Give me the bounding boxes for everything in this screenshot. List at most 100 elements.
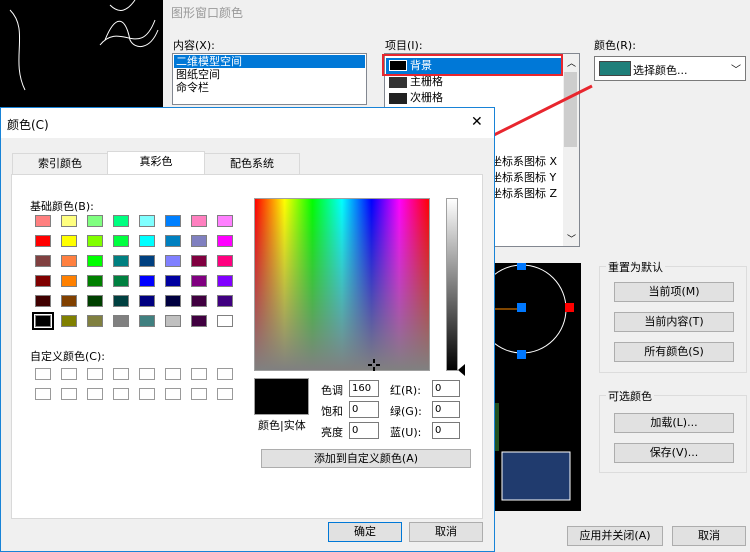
content-item[interactable]: 命令栏	[176, 81, 209, 94]
basic-color-swatch[interactable]	[113, 235, 129, 247]
luminance-slider[interactable]	[446, 198, 458, 371]
reset-all-colors-button[interactable]: 所有颜色(S)	[614, 342, 734, 362]
basic-color-swatch[interactable]	[35, 295, 51, 307]
basic-color-swatch[interactable]	[61, 295, 77, 307]
custom-color-swatch[interactable]	[165, 368, 181, 380]
basic-color-swatch[interactable]	[113, 315, 129, 327]
basic-color-swatch[interactable]	[61, 235, 77, 247]
basic-color-swatch[interactable]	[35, 215, 51, 227]
basic-color-swatch[interactable]	[87, 255, 103, 267]
basic-color-swatch[interactable]	[165, 315, 181, 327]
custom-color-swatch[interactable]	[217, 388, 233, 400]
luminance-pointer-icon[interactable]	[458, 364, 465, 376]
basic-color-swatch[interactable]	[191, 235, 207, 247]
green-input[interactable]: 0	[432, 401, 460, 418]
basic-color-swatch[interactable]	[217, 315, 233, 327]
basic-color-swatch[interactable]	[61, 215, 77, 227]
basic-color-swatch[interactable]	[139, 315, 155, 327]
close-icon[interactable]: ✕	[471, 114, 483, 130]
basic-color-swatch[interactable]	[139, 275, 155, 287]
color-spectrum[interactable]	[254, 198, 430, 371]
basic-color-swatch[interactable]	[35, 255, 51, 267]
basic-color-swatch[interactable]	[61, 275, 77, 287]
blue-input[interactable]: 0	[432, 422, 460, 439]
blue-label: 蓝(U):	[390, 426, 422, 439]
custom-color-swatch[interactable]	[61, 368, 77, 380]
basic-color-swatch[interactable]	[217, 255, 233, 267]
basic-color-swatch[interactable]	[165, 275, 181, 287]
basic-color-swatch[interactable]	[165, 295, 181, 307]
basic-color-swatch[interactable]	[217, 295, 233, 307]
basic-color-swatch[interactable]	[191, 315, 207, 327]
custom-color-swatch[interactable]	[87, 368, 103, 380]
basic-color-swatch[interactable]	[61, 255, 77, 267]
save-button[interactable]: 保存(V)...	[614, 443, 734, 463]
basic-color-swatch[interactable]	[217, 275, 233, 287]
custom-color-swatch[interactable]	[35, 388, 51, 400]
ok-button[interactable]: 确定	[328, 522, 402, 542]
basic-color-swatch[interactable]	[165, 215, 181, 227]
dialog-titlebar: 颜色(C) ✕	[1, 108, 494, 138]
basic-color-swatch[interactable]	[113, 275, 129, 287]
basic-color-swatch[interactable]	[61, 315, 77, 327]
custom-color-swatch[interactable]	[139, 388, 155, 400]
custom-color-swatch[interactable]	[165, 388, 181, 400]
color-select-dropdown[interactable]: 选择颜色... ﹀	[594, 56, 746, 81]
basic-color-swatch[interactable]	[113, 295, 129, 307]
scroll-down-icon[interactable]: ﹀	[567, 232, 576, 245]
apply-close-button[interactable]: 应用并关闭(A)	[567, 526, 663, 546]
tab-true-color[interactable]: 真彩色	[107, 151, 205, 175]
scroll-up-icon[interactable]: ︿	[567, 56, 576, 69]
tab-color-books[interactable]: 配色系统	[204, 153, 300, 175]
true-color-panel: 基础颜色(B): 自定义颜色(C): 颜色|实体 色调 160 饱和 0 亮度 …	[11, 174, 483, 519]
basic-color-swatch[interactable]	[87, 315, 103, 327]
highlight-box	[382, 54, 563, 76]
basic-color-swatch[interactable]	[87, 235, 103, 247]
basic-color-swatch[interactable]	[87, 295, 103, 307]
hue-input[interactable]: 160	[349, 380, 379, 397]
custom-color-swatch[interactable]	[61, 388, 77, 400]
add-to-custom-button[interactable]: 添加到自定义颜色(A)	[261, 449, 471, 468]
basic-color-swatch[interactable]	[35, 235, 51, 247]
content-listbox[interactable]: 二维模型空间 图纸空间 命令栏	[172, 53, 367, 105]
basic-color-swatch[interactable]	[139, 295, 155, 307]
basic-color-swatch[interactable]	[35, 275, 51, 287]
custom-color-swatch[interactable]	[191, 388, 207, 400]
basic-color-swatch[interactable]	[191, 255, 207, 267]
lum-input[interactable]: 0	[349, 422, 379, 439]
custom-color-swatch[interactable]	[35, 368, 51, 380]
color-dialog: 颜色(C) ✕ 索引颜色 真彩色 配色系统 基础颜色(B): 自定义颜色(C):…	[0, 107, 495, 552]
basic-color-swatch[interactable]	[191, 215, 207, 227]
tab-index-color[interactable]: 索引颜色	[12, 153, 108, 175]
basic-color-swatch[interactable]	[87, 215, 103, 227]
content-item[interactable]: 图纸空间	[176, 68, 220, 81]
basic-color-swatch[interactable]	[32, 312, 54, 330]
basic-color-swatch[interactable]	[191, 295, 207, 307]
custom-color-swatch[interactable]	[87, 388, 103, 400]
content-item[interactable]: 二维模型空间	[174, 55, 365, 68]
custom-color-swatch[interactable]	[113, 368, 129, 380]
basic-color-swatch[interactable]	[113, 215, 129, 227]
basic-color-swatch[interactable]	[165, 255, 181, 267]
basic-color-swatch[interactable]	[139, 235, 155, 247]
reset-current-content-button[interactable]: 当前内容(T)	[614, 312, 734, 332]
basic-color-swatch[interactable]	[87, 275, 103, 287]
basic-color-swatch[interactable]	[191, 275, 207, 287]
basic-color-swatch[interactable]	[165, 235, 181, 247]
basic-color-swatch[interactable]	[217, 215, 233, 227]
basic-color-swatch[interactable]	[139, 215, 155, 227]
red-input[interactable]: 0	[432, 380, 460, 397]
custom-color-swatch[interactable]	[113, 388, 129, 400]
basic-color-swatch[interactable]	[217, 235, 233, 247]
sat-input[interactable]: 0	[349, 401, 379, 418]
custom-color-swatch[interactable]	[217, 368, 233, 380]
custom-color-swatch[interactable]	[191, 368, 207, 380]
basic-color-swatch[interactable]	[113, 255, 129, 267]
reset-current-item-button[interactable]: 当前项(M)	[614, 282, 734, 302]
cancel-button[interactable]: 取消	[409, 522, 483, 542]
color-solid-label[interactable]: 颜色|实体	[258, 417, 306, 433]
back-cancel-button[interactable]: 取消	[672, 526, 746, 546]
custom-color-swatch[interactable]	[139, 368, 155, 380]
basic-color-swatch[interactable]	[139, 255, 155, 267]
load-button[interactable]: 加载(L)...	[614, 413, 734, 433]
